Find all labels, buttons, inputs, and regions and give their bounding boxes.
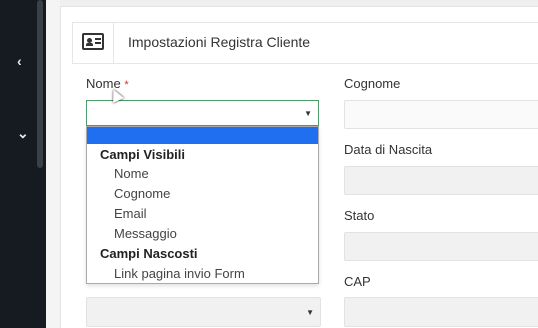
dropdown-option-messaggio[interactable]: Messaggio [114, 226, 177, 241]
nome-select[interactable]: ▼ [86, 100, 319, 126]
dropdown-group-label: Campi Nascosti [100, 246, 198, 261]
caret-down-icon: ▼ [304, 109, 312, 118]
cognome-label: Cognome [344, 76, 401, 91]
dropdown-option-email[interactable]: Email [114, 206, 147, 221]
nome-label: Nome * [86, 76, 129, 91]
dropdown-group-label: Campi Visibili [100, 147, 186, 162]
cap-label: CAP [344, 274, 371, 289]
section-header: Impostazioni Registra Cliente [72, 22, 538, 64]
panel-top-edge [60, 0, 538, 7]
required-mark: * [124, 79, 129, 91]
chevron-left-icon[interactable]: ‹ [17, 54, 22, 68]
id-card-icon [82, 33, 104, 50]
dropdown-option-nome[interactable]: Nome [114, 166, 149, 181]
data-nascita-input[interactable] [344, 166, 538, 195]
chevron-down-icon[interactable]: ⌄ [17, 126, 29, 140]
sidebar: ‹ ⌄ [0, 0, 46, 328]
stato-label: Stato [344, 208, 375, 223]
caret-down-icon: ▼ [306, 308, 314, 317]
cap-input[interactable] [344, 297, 538, 327]
dropdown-highlighted-option[interactable] [87, 127, 318, 144]
section-title: Impostazioni Registra Cliente [128, 34, 311, 50]
stato-select[interactable] [344, 232, 538, 261]
sidebar-scrollbar[interactable] [37, 0, 43, 168]
dropdown-option-cognome[interactable]: Cognome [114, 186, 170, 201]
cognome-input[interactable] [344, 100, 538, 129]
nome-dropdown-list: Campi Visibili Nome Cognome Email Messag… [86, 126, 319, 284]
header-divider [113, 23, 114, 63]
data-nascita-label: Data di Nascita [344, 142, 433, 157]
dropdown-option-link-pagina[interactable]: Link pagina invio Form [114, 266, 245, 281]
comune-select[interactable]: ▼ [86, 297, 321, 327]
